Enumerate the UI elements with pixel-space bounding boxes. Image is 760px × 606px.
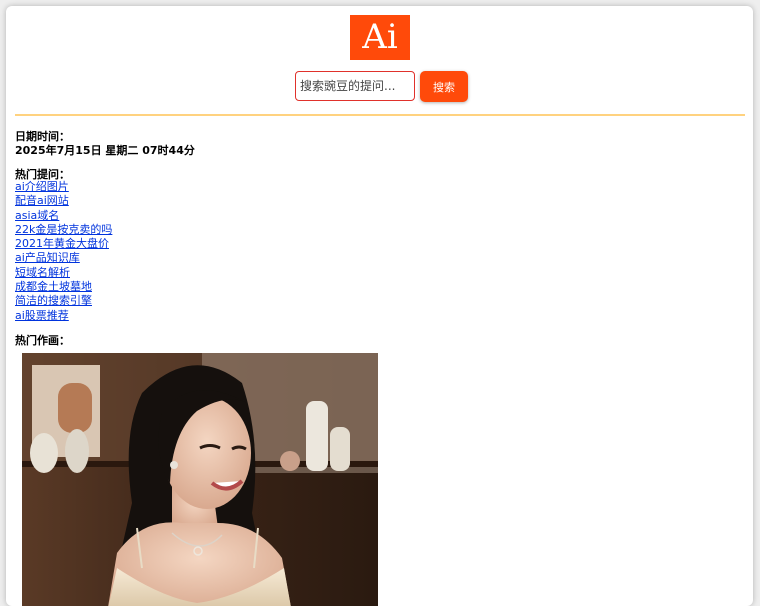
- hot-question-link[interactable]: ai产品知识库: [15, 251, 80, 264]
- hot-question-link[interactable]: 短域名解析: [15, 266, 70, 279]
- hot-question-link[interactable]: 配音ai网站: [15, 194, 69, 207]
- hot-question-link[interactable]: 成都金土坡墓地: [15, 280, 92, 293]
- search-button[interactable]: 搜索: [420, 71, 468, 102]
- hot-question-link[interactable]: ai股票推荐: [15, 309, 69, 322]
- page-card: Ai 搜索 日期时间： 2025年7月15日 星期二 07时44分 热门提问： …: [6, 6, 753, 606]
- hot-question-link[interactable]: 简洁的搜索引擎: [15, 294, 92, 307]
- list-item: 22k金是按克卖的吗: [15, 223, 112, 237]
- list-item: 2021年黄金大盘价: [15, 237, 112, 251]
- list-item: ai股票推荐: [15, 309, 112, 323]
- hot-question-link[interactable]: 2021年黄金大盘价: [15, 237, 109, 250]
- header-divider: [15, 114, 745, 116]
- list-item: 配音ai网站: [15, 194, 112, 208]
- ai-logo[interactable]: Ai: [350, 15, 410, 60]
- list-item: 简洁的搜索引擎: [15, 294, 112, 308]
- hot-questions-list: ai介绍图片 配音ai网站 asia域名 22k金是按克卖的吗 2021年黄金大…: [15, 180, 112, 323]
- list-item: 短域名解析: [15, 266, 112, 280]
- search-input[interactable]: [295, 71, 415, 101]
- list-item: ai介绍图片: [15, 180, 112, 194]
- hot-question-link[interactable]: asia域名: [15, 209, 59, 222]
- hot-question-link[interactable]: ai介绍图片: [15, 180, 69, 193]
- list-item: asia域名: [15, 209, 112, 223]
- datetime-value: 2025年7月15日 星期二 07时44分: [15, 144, 195, 157]
- hot-artwork-label: 热门作画：: [15, 334, 70, 347]
- list-item: ai产品知识库: [15, 251, 112, 265]
- hot-question-link[interactable]: 22k金是按克卖的吗: [15, 223, 112, 236]
- list-item: 成都金土坡墓地: [15, 280, 112, 294]
- artwork-illustration: [22, 353, 378, 606]
- artwork-image[interactable]: [22, 353, 378, 606]
